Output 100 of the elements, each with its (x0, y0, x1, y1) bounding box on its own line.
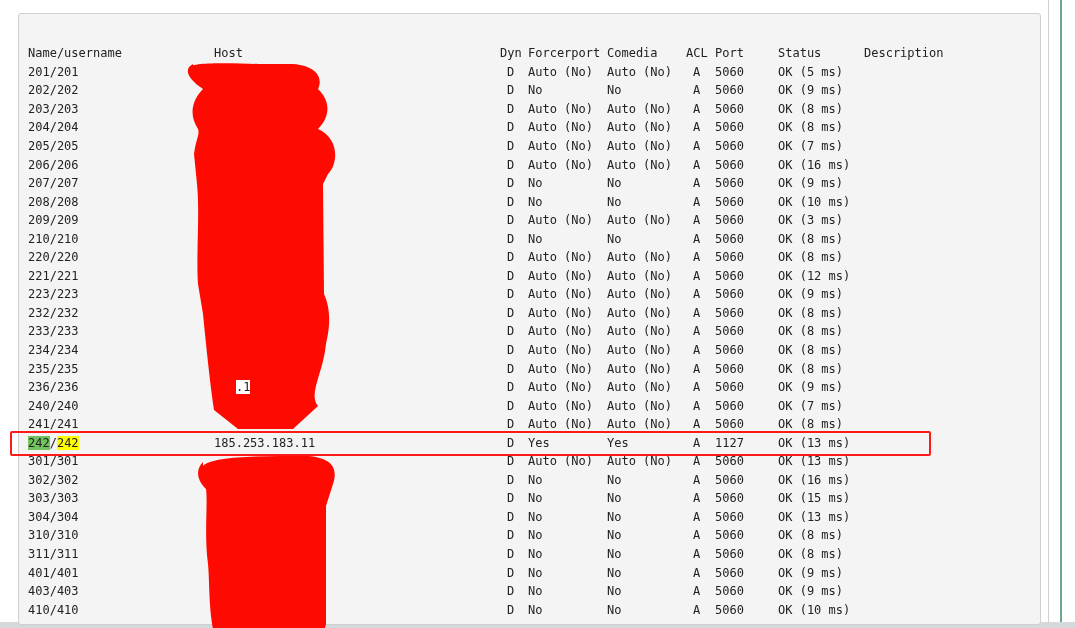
comedia-cell: Auto (No) (607, 157, 673, 172)
host-cell: 185.253.183.11 (214, 435, 316, 450)
port-cell: 5060 (715, 194, 744, 209)
dyn-cell: D (507, 584, 515, 599)
forcerport-cell: Auto (No) (528, 101, 594, 116)
forcerport-cell: No (528, 491, 543, 506)
status-cell: OK (8 ms) (778, 305, 844, 320)
port-cell: 5060 (715, 305, 744, 320)
status-cell: OK (3 ms) (778, 213, 844, 228)
status-cell: OK (9 ms) (778, 565, 844, 580)
comedia-cell: Auto (No) (607, 454, 673, 469)
port-cell: 5060 (715, 380, 744, 395)
name-cell: 205/205 (28, 139, 79, 153)
status-cell: OK (16 ms) (778, 472, 851, 487)
host-cell: .1 (236, 380, 251, 395)
name-cell: 311/311 (28, 547, 79, 562)
dyn-cell: D (507, 361, 515, 376)
name-cell: 207/207 (28, 176, 79, 191)
dyn-cell: D (507, 472, 515, 487)
status-cell: OK (9 ms) (778, 584, 844, 599)
comedia-cell: Auto (No) (607, 380, 673, 395)
status-cell: OK (8 ms) (778, 231, 844, 246)
status-cell: OK (8 ms) (778, 250, 844, 265)
name-cell: 208/208 (28, 194, 79, 209)
dyn-cell: D (507, 83, 515, 98)
name-cell: 310/310 (28, 528, 79, 543)
port-cell: 5060 (715, 250, 744, 265)
acl-cell: A (693, 83, 701, 98)
comedia-cell: No (607, 565, 622, 580)
acl-cell: A (693, 565, 701, 580)
name-cell: 234/234 (28, 343, 79, 357)
port-cell: 5060 (715, 602, 744, 617)
status-cell: OK (16 ms) (778, 157, 851, 172)
port-cell: 5060 (715, 547, 744, 562)
column-header: Name/username (28, 46, 122, 61)
port-cell: 5060 (715, 584, 744, 599)
status-cell: OK (8 ms) (778, 343, 844, 357)
forcerport-cell: Auto (No) (528, 139, 594, 153)
port-cell: 5060 (715, 139, 744, 153)
forcerport-cell: Auto (No) (528, 398, 594, 413)
port-cell: 5060 (715, 454, 744, 469)
forcerport-cell: Auto (No) (528, 213, 594, 228)
acl-cell: A (693, 343, 701, 357)
acl-cell: A (693, 213, 701, 228)
column-header: Description (864, 46, 944, 61)
comedia-cell: Yes (607, 435, 629, 450)
comedia-cell: No (607, 602, 622, 617)
acl-cell: A (693, 380, 701, 395)
port-cell: 5060 (715, 120, 744, 135)
status-cell: OK (9 ms) (778, 287, 844, 302)
port-cell: 5060 (715, 565, 744, 580)
status-cell: OK (13 ms) (778, 435, 851, 450)
comedia-cell: Auto (No) (607, 343, 673, 357)
dyn-cell: D (507, 380, 515, 395)
name-cell: 304/304 (28, 509, 79, 524)
name-cell: 241/241 (28, 417, 79, 432)
port-cell: 5060 (715, 361, 744, 376)
port-cell: 5060 (715, 398, 744, 413)
acl-cell: A (693, 139, 701, 153)
acl-cell: A (693, 491, 701, 506)
name-cell: 210/210 (28, 231, 79, 246)
forcerport-cell: Auto (No) (528, 417, 594, 432)
status-cell: OK (12 ms) (778, 268, 851, 283)
forcerport-cell: No (528, 565, 543, 580)
forcerport-cell: Auto (No) (528, 250, 594, 265)
port-cell: 5060 (715, 528, 744, 543)
dyn-cell: D (507, 491, 515, 506)
comedia-cell: Auto (No) (607, 287, 673, 302)
name-cell: 209/209 (28, 213, 79, 228)
forcerport-cell: No (528, 547, 543, 562)
comedia-cell: Auto (No) (607, 324, 673, 339)
comedia-cell: Auto (No) (607, 268, 673, 283)
comedia-cell: Auto (No) (607, 120, 673, 135)
port-cell: 5060 (715, 213, 744, 228)
dyn-cell: D (507, 547, 515, 562)
comedia-cell: Auto (No) (607, 305, 673, 320)
comedia-cell: Auto (No) (607, 417, 673, 432)
acl-cell: A (693, 435, 701, 450)
name-cell: 202/202 (28, 83, 79, 98)
port-cell: 5060 (715, 268, 744, 283)
status-cell: OK (8 ms) (778, 324, 844, 339)
forcerport-cell: Auto (No) (528, 454, 594, 469)
status-cell: OK (8 ms) (778, 361, 844, 376)
name-cell: 203/203 (28, 101, 79, 116)
dyn-cell: D (507, 509, 515, 524)
dyn-cell: D (507, 176, 515, 191)
forcerport-cell: No (528, 584, 543, 599)
comedia-cell: No (607, 231, 622, 246)
dyn-cell: D (507, 250, 515, 265)
acl-cell: A (693, 398, 701, 413)
dyn-cell: D (507, 602, 515, 617)
dyn-cell: D (507, 417, 515, 432)
dyn-cell: D (507, 139, 515, 153)
port-cell: 5060 (715, 157, 744, 172)
column-header: Port (715, 46, 744, 61)
name-cell: 233/233 (28, 324, 79, 339)
status-cell: OK (7 ms) (778, 139, 844, 153)
acl-cell: A (693, 361, 701, 376)
dyn-cell: D (507, 64, 515, 79)
forcerport-cell: Yes (528, 435, 550, 450)
